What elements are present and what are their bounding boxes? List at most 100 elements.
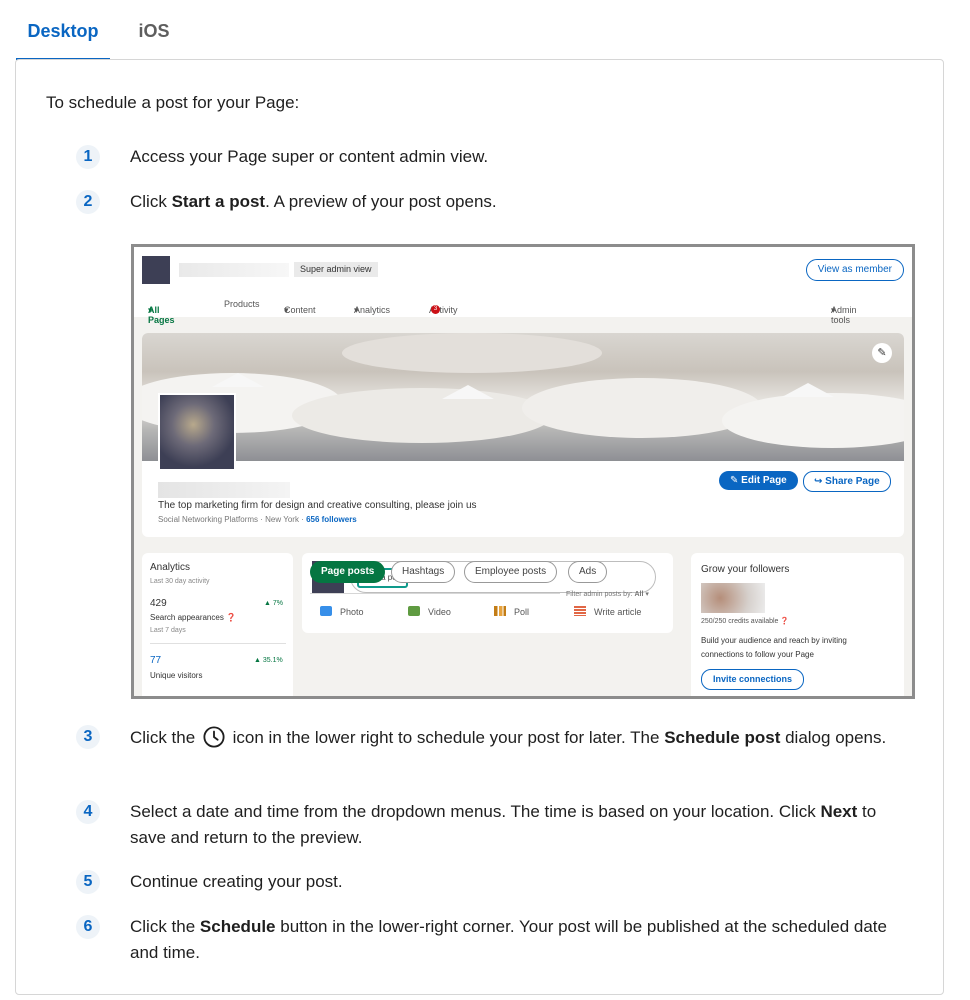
step-number: 4 xyxy=(76,800,100,824)
analytics-title: Analytics xyxy=(150,562,191,573)
step-bold-term: Schedule post xyxy=(664,728,781,747)
step-text: Continue creating your post. xyxy=(130,872,343,891)
blurred-company-name xyxy=(158,482,290,498)
metric-label-text: Search appearances xyxy=(150,613,224,622)
step-number: 6 xyxy=(76,915,100,939)
edit-cover-pencil-icon[interactable]: ✎ xyxy=(872,343,892,363)
admin-subnav: All Pages ▾ Products Content ▾ Analytics… xyxy=(134,293,912,325)
mountain-shape xyxy=(442,385,494,399)
invite-connections-button[interactable]: Invite connections xyxy=(701,669,805,690)
step-text-part: dialog opens. xyxy=(780,728,887,747)
analytics-subtitle: Last 30 day activity xyxy=(150,578,210,585)
credits-available: 250/250 credits available ❓ xyxy=(701,617,789,625)
step-text-part: Click the xyxy=(130,728,200,747)
step-text-part: icon in the lower right to schedule your… xyxy=(227,728,665,747)
video-action[interactable]: Video xyxy=(408,606,451,617)
step-bold-term: Next xyxy=(820,802,858,821)
step-number: 5 xyxy=(76,870,100,894)
caret-down-icon: ▾ xyxy=(645,591,649,598)
help-icon: ❓ xyxy=(780,618,790,625)
intro-text: To schedule a post for your Page: xyxy=(46,93,300,112)
hashtags-pill[interactable]: Hashtags xyxy=(391,561,456,583)
clock-icon xyxy=(203,726,225,748)
metric-value[interactable]: 77 xyxy=(150,655,161,666)
photo-icon xyxy=(320,606,332,616)
caret-down-icon: ▾ xyxy=(148,305,153,315)
caret-down-icon: ▾ xyxy=(284,305,289,315)
page-tagline: The top marketing firm for design and cr… xyxy=(158,500,477,511)
metric-period: Last 7 days xyxy=(150,627,186,634)
filter-dropdown[interactable]: Filter admin posts by: All ▾ xyxy=(566,590,649,598)
photo-action[interactable]: Photo xyxy=(320,606,364,617)
page-posts-pill[interactable]: Page posts xyxy=(310,561,386,583)
meta-text: Social Networking Platforms · New York · xyxy=(158,515,307,524)
share-arrow-icon: ↪ xyxy=(814,476,823,487)
mountain-shape xyxy=(782,383,834,397)
metric-label: Unique visitors xyxy=(150,671,203,680)
edit-page-button[interactable]: ✎ Edit Page xyxy=(719,471,798,490)
step-number: 1 xyxy=(76,145,100,169)
cloud-shape xyxy=(722,393,904,448)
page-profile-card: ✎ ✎ Edit Page ↪ Share Page The top marke… xyxy=(142,333,904,537)
step-number: 3 xyxy=(76,725,100,749)
page-logo xyxy=(142,256,170,284)
video-icon xyxy=(408,606,420,616)
cover-image: ✎ xyxy=(142,333,904,461)
action-label: Write article xyxy=(594,607,642,617)
step-bold-term: Start a post xyxy=(171,192,266,211)
employee-posts-pill[interactable]: Employee posts xyxy=(464,561,558,583)
metric-label[interactable]: Search appearances ❓ xyxy=(150,613,236,622)
article-icon xyxy=(574,606,586,616)
cloud-shape xyxy=(292,388,552,443)
write-article-action[interactable]: Write article xyxy=(574,606,641,617)
filter-value: All xyxy=(634,591,644,598)
page-avatar xyxy=(158,393,236,471)
cloud-shape xyxy=(342,333,602,373)
nav-products[interactable]: Products xyxy=(224,299,260,309)
caret-down-icon: ▾ xyxy=(831,305,836,315)
step-number: 2 xyxy=(76,190,100,214)
metric-value: 429 xyxy=(150,598,167,609)
view-as-member-button[interactable]: View as member xyxy=(805,259,904,281)
step-text-part: . A preview of your post opens. xyxy=(265,192,497,211)
poll-action[interactable]: Poll xyxy=(494,606,529,617)
step-text-part: Select a date and time from the dropdown… xyxy=(130,802,821,821)
step-text: Click the icon in the lower right to sch… xyxy=(130,725,910,751)
divider xyxy=(150,643,286,644)
step-text-part: Click the xyxy=(130,917,200,936)
metric-change: ▲ 35.1% xyxy=(254,657,283,664)
step-bold-term: Schedule xyxy=(199,917,276,936)
analytics-panel: Analytics Last 30 day activity 429 ▲ 7% … xyxy=(142,553,293,696)
blurred-connections xyxy=(701,583,765,613)
button-label: Edit Page xyxy=(741,475,787,486)
share-page-button[interactable]: ↪ Share Page xyxy=(803,471,891,492)
mountain-shape xyxy=(212,373,264,387)
action-label: Poll xyxy=(514,607,530,617)
step-text: Click Start a post. A preview of your po… xyxy=(130,189,910,215)
page-meta: Social Networking Platforms · New York ·… xyxy=(158,515,357,524)
tab-bar: Desktop iOS xyxy=(16,0,946,60)
super-admin-badge: Super admin view xyxy=(294,262,378,277)
nav-label: Analytics xyxy=(354,305,391,315)
step-text: Access your Page super or content admin … xyxy=(130,147,489,166)
credits-text: 250/250 credits available xyxy=(701,618,779,625)
ads-pill[interactable]: Ads xyxy=(568,561,608,583)
action-label: Photo xyxy=(340,607,364,617)
step-text: Click the Schedule button in the lower-r… xyxy=(130,914,910,966)
blurred-page-name xyxy=(179,263,289,277)
instructions-card: To schedule a post for your Page: 1 Acce… xyxy=(15,59,944,995)
pencil-icon: ✎ xyxy=(730,475,739,486)
button-label: Share Page xyxy=(825,476,880,487)
step-text: Select a date and time from the dropdown… xyxy=(130,799,910,851)
poll-icon xyxy=(494,606,506,616)
tab-desktop[interactable]: Desktop xyxy=(16,0,110,60)
step-text-part: Click xyxy=(130,192,172,211)
grow-followers-title: Grow your followers xyxy=(701,564,790,575)
cloud-shape xyxy=(522,378,762,438)
grow-followers-panel: Grow your followers 250/250 credits avai… xyxy=(691,553,904,696)
help-icon: ❓ xyxy=(226,613,237,622)
caret-down-icon: ▾ xyxy=(354,305,359,315)
followers-link[interactable]: 656 followers xyxy=(306,515,357,524)
filter-label: Filter admin posts by: xyxy=(566,591,633,598)
tab-ios[interactable]: iOS xyxy=(124,0,184,58)
